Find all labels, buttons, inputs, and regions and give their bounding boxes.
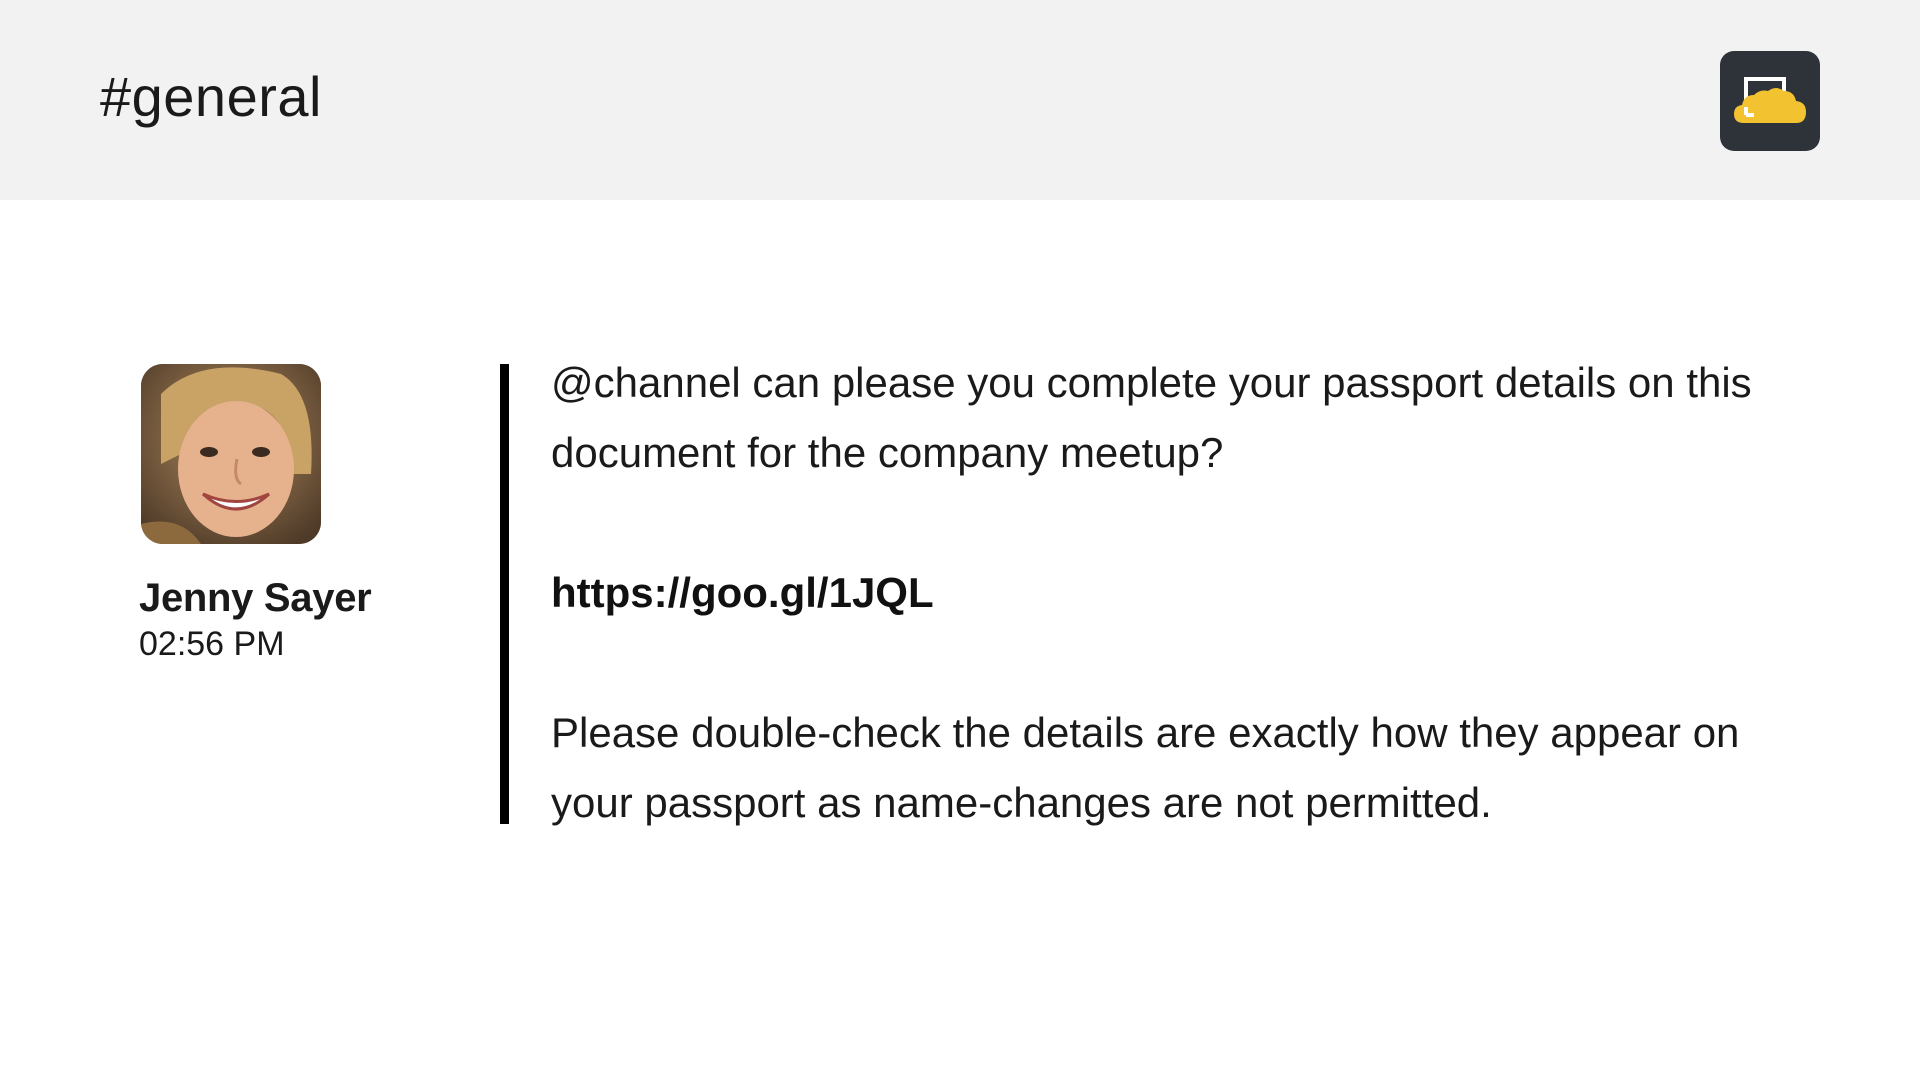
cloud-screen-logo-icon[interactable]: [1720, 51, 1820, 151]
quote-bar: [500, 364, 509, 824]
message-paragraph: @channel can please you complete your pa…: [551, 359, 1752, 476]
message-link[interactable]: https://goo.gl/1JQL: [551, 569, 934, 616]
channel-title: #general: [100, 65, 322, 128]
channel-header: #general: [0, 0, 1920, 200]
author-name[interactable]: Jenny Sayer: [139, 574, 372, 622]
user-avatar-photo: [141, 364, 321, 544]
message-timestamp: 02:56 PM: [139, 625, 285, 663]
message-body: @channel can please you complete your pa…: [551, 348, 1791, 838]
avatar[interactable]: [141, 364, 321, 544]
message-paragraph: Please double-check the details are exac…: [551, 709, 1740, 826]
